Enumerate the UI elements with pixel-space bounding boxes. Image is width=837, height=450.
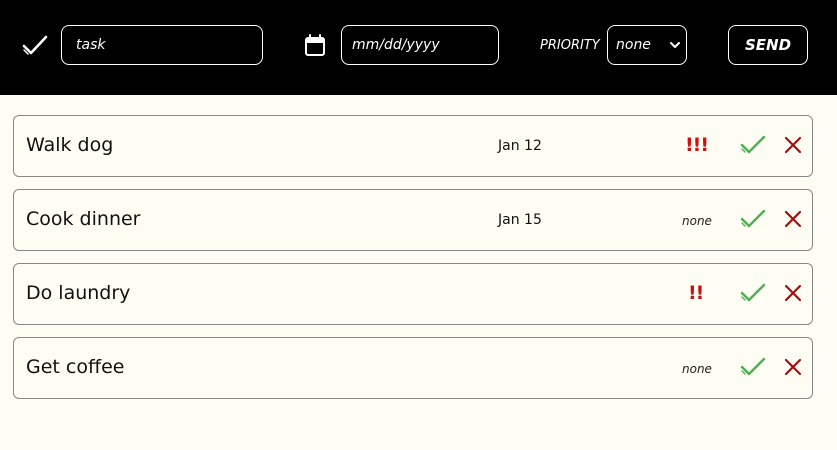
todo-priority: none	[682, 214, 712, 228]
todo-item: Cook dinner Jan 15 none	[13, 189, 813, 251]
todo-priority: !!	[688, 282, 704, 304]
calendar-icon[interactable]	[304, 33, 326, 57]
task-field[interactable]	[61, 25, 263, 65]
send-button[interactable]: SEND	[728, 25, 808, 65]
date-field[interactable]	[341, 25, 499, 65]
priority-select[interactable]: none	[607, 25, 687, 65]
todo-item: Get coffee none	[13, 337, 813, 399]
todo-date: Jan 15	[498, 212, 542, 228]
todo-title: Do laundry	[26, 282, 131, 304]
done-check-icon[interactable]	[740, 208, 766, 230]
todo-list: Walk dog Jan 12!!! Cook dinner Jan 15 none Do…	[13, 115, 813, 411]
task-input[interactable]	[76, 37, 262, 53]
todo-item: Do laundry!!	[13, 263, 813, 325]
priority-label: PRIORITY	[540, 38, 600, 53]
todo-priority: none	[682, 362, 712, 376]
done-check-icon[interactable]	[740, 282, 766, 304]
delete-x-icon[interactable]	[784, 284, 802, 302]
todo-date: Jan 12	[498, 138, 542, 154]
chevron-down-icon	[670, 42, 680, 48]
input-toolbar: PRIORITY none SEND	[0, 0, 837, 95]
todo-item: Walk dog Jan 12!!!	[13, 115, 813, 177]
done-check-icon[interactable]	[740, 134, 766, 156]
todo-title: Cook dinner	[26, 208, 141, 230]
done-check-icon[interactable]	[740, 356, 766, 378]
delete-x-icon[interactable]	[784, 358, 802, 376]
priority-select-value: none	[616, 37, 651, 53]
check-icon	[22, 35, 48, 55]
todo-title: Walk dog	[26, 134, 114, 156]
delete-x-icon[interactable]	[784, 136, 802, 154]
delete-x-icon[interactable]	[784, 210, 802, 228]
todo-priority: !!!	[685, 134, 709, 156]
date-input[interactable]	[352, 37, 498, 53]
todo-title: Get coffee	[26, 356, 125, 378]
